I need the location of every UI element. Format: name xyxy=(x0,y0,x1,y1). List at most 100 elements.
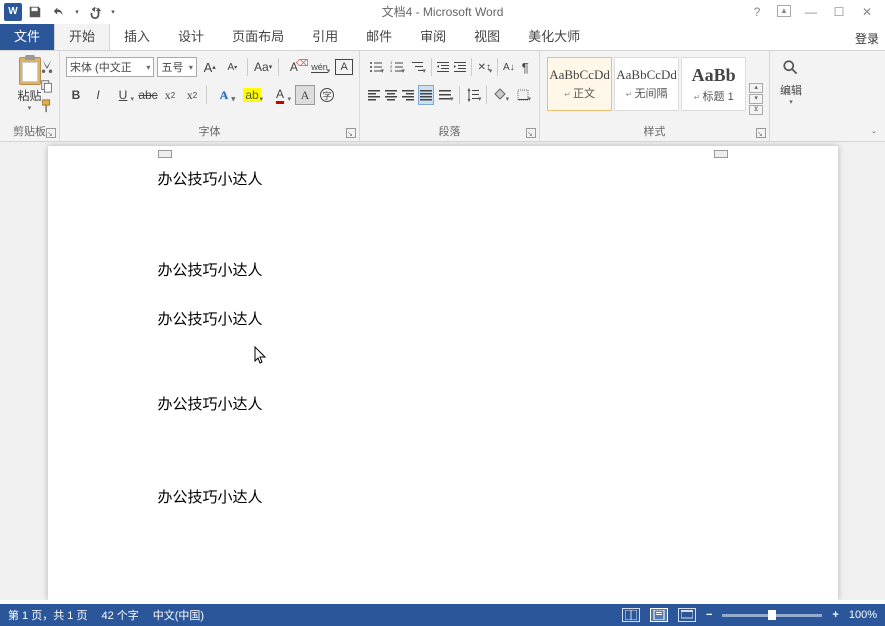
grow-font-button[interactable]: A▴ xyxy=(200,57,220,77)
phonetic-guide-button[interactable]: wén xyxy=(307,57,333,77)
minimize-button[interactable]: — xyxy=(803,5,819,19)
numbering-button[interactable]: 123 xyxy=(387,57,407,77)
tab-review[interactable]: 审阅 xyxy=(406,21,460,50)
styles-scroll-up[interactable]: ▴ xyxy=(749,83,763,93)
align-justify-button[interactable] xyxy=(418,85,434,105)
find-button[interactable] xyxy=(782,59,800,80)
styles-scroll-down[interactable]: ▾ xyxy=(749,94,763,104)
ribbon-display-button[interactable]: ▲ xyxy=(777,5,791,17)
styles-expand[interactable]: ⊻ xyxy=(749,105,763,115)
tab-view[interactable]: 视图 xyxy=(460,21,514,50)
style-normal[interactable]: AaBbCcDd 正文 xyxy=(547,57,612,111)
doc-text-line[interactable]: 办公技巧小达人 xyxy=(158,168,728,189)
clipboard-launcher[interactable] xyxy=(46,128,56,138)
text-effects-button[interactable]: A xyxy=(211,85,237,105)
document-page[interactable]: 办公技巧小达人 办公技巧小达人 办公技巧小达人 办公技巧小达人 办公技巧小达人 … xyxy=(48,146,838,600)
ruler-marker-right[interactable] xyxy=(714,150,728,158)
font-launcher[interactable] xyxy=(346,128,356,138)
zoom-in-button[interactable]: + xyxy=(832,609,838,621)
character-border-button[interactable]: A xyxy=(335,59,353,75)
undo-button[interactable] xyxy=(48,1,70,23)
font-color-button[interactable]: A xyxy=(267,85,293,105)
doc-text-line[interactable]: 办公技巧小达人 xyxy=(158,259,728,280)
tab-beautify[interactable]: 美化大师 xyxy=(514,21,594,50)
login-link[interactable]: 登录 xyxy=(855,30,879,47)
align-distributed-button[interactable] xyxy=(435,85,456,105)
sort-button[interactable]: A↓ xyxy=(501,57,516,77)
close-button[interactable]: ✕ xyxy=(859,5,875,19)
character-shading-button[interactable]: A xyxy=(295,85,315,105)
doc-text-line[interactable]: 办公技巧小达人 xyxy=(158,486,728,507)
tab-home[interactable]: 开始 xyxy=(54,20,110,50)
show-marks-button[interactable]: ¶ xyxy=(518,57,533,77)
change-case-button[interactable]: Aa▾ xyxy=(253,57,273,77)
group-styles: AaBbCcDd 正文 AaBbCcDd 无间隔 AaBb 标题 1 ▴ ▾ ⊻… xyxy=(540,51,770,141)
tab-file[interactable]: 文件 xyxy=(0,21,54,50)
ruler-marker-left[interactable] xyxy=(158,150,172,158)
align-center-button[interactable] xyxy=(383,85,399,105)
borders-button[interactable] xyxy=(512,85,533,105)
copy-button[interactable] xyxy=(38,77,56,95)
doc-text-line[interactable]: 办公技巧小达人 xyxy=(158,393,728,414)
shading-button[interactable] xyxy=(490,85,511,105)
bullets-button[interactable] xyxy=(366,57,386,77)
bold-button[interactable]: B xyxy=(66,85,86,105)
superscript-button[interactable]: x2 xyxy=(182,85,202,105)
word-app-icon[interactable]: W xyxy=(4,3,22,21)
style-no-spacing[interactable]: AaBbCcDd 无间隔 xyxy=(614,57,679,111)
tab-references[interactable]: 引用 xyxy=(298,21,352,50)
save-button[interactable] xyxy=(24,1,46,23)
paragraph-launcher[interactable] xyxy=(526,128,536,138)
window-title: 文档4 - Microsoft Word xyxy=(382,3,504,20)
group-paragraph: 123 ✕↕ A↓ ¶ 段落 xyxy=(360,51,540,141)
asian-layout-button[interactable]: ✕↕ xyxy=(474,57,494,77)
title-bar: W ▾ ▾ 文档4 - Microsoft Word ? ▲ — ☐ ✕ xyxy=(0,0,885,24)
enclose-characters-button[interactable]: 字 xyxy=(317,85,337,105)
tab-mailings[interactable]: 邮件 xyxy=(352,21,406,50)
decrease-indent-button[interactable] xyxy=(435,57,451,77)
editing-label: 编辑 xyxy=(780,82,802,98)
undo-dropdown[interactable]: ▾ xyxy=(72,1,82,23)
strikethrough-button[interactable]: abc xyxy=(138,85,158,105)
doc-text-line[interactable]: 办公技巧小达人 xyxy=(158,308,728,329)
zoom-out-button[interactable]: − xyxy=(706,609,712,621)
multilevel-list-button[interactable] xyxy=(408,57,428,77)
zoom-slider[interactable] xyxy=(722,614,822,617)
view-print-layout-button[interactable] xyxy=(650,608,668,622)
shrink-font-button[interactable]: A▾ xyxy=(222,57,242,77)
styles-launcher[interactable] xyxy=(756,128,766,138)
tab-design[interactable]: 设计 xyxy=(164,21,218,50)
maximize-button[interactable]: ☐ xyxy=(831,5,847,19)
subscript-button[interactable]: x2 xyxy=(160,85,180,105)
page-info[interactable]: 第 1 页，共 1 页 xyxy=(8,607,87,623)
font-name-combo[interactable]: 宋体 (中文正▾ xyxy=(66,57,154,77)
clear-formatting-button[interactable]: A⌫ xyxy=(284,57,304,77)
font-size-combo[interactable]: 五号▾ xyxy=(157,57,196,77)
underline-button[interactable]: U xyxy=(110,85,136,105)
style-heading1[interactable]: AaBb 标题 1 xyxy=(681,57,746,111)
status-bar: 第 1 页，共 1 页 42 个字 中文(中国) − + 100% xyxy=(0,604,885,626)
help-button[interactable]: ? xyxy=(749,5,765,19)
language-status[interactable]: 中文(中国) xyxy=(153,607,204,623)
zoom-level[interactable]: 100% xyxy=(849,609,877,621)
italic-button[interactable]: I xyxy=(88,85,108,105)
line-spacing-button[interactable] xyxy=(462,85,483,105)
format-painter-button[interactable] xyxy=(38,97,56,115)
align-left-button[interactable] xyxy=(366,85,382,105)
view-read-mode-button[interactable] xyxy=(622,608,640,622)
zoom-slider-handle[interactable] xyxy=(768,610,776,620)
qat-customize-dropdown[interactable]: ▾ xyxy=(108,1,118,23)
word-count[interactable]: 42 个字 xyxy=(101,607,138,623)
group-label-styles: 样式 xyxy=(540,123,769,139)
highlight-button[interactable]: ab xyxy=(239,85,265,105)
increase-indent-button[interactable] xyxy=(452,57,468,77)
view-web-layout-button[interactable] xyxy=(678,608,696,622)
align-right-button[interactable] xyxy=(400,85,416,105)
cut-button[interactable] xyxy=(38,57,56,75)
tab-page-layout[interactable]: 页面布局 xyxy=(218,21,298,50)
collapse-ribbon-button[interactable]: ˬ xyxy=(867,123,881,137)
redo-button[interactable] xyxy=(84,1,106,23)
tab-insert[interactable]: 插入 xyxy=(110,21,164,50)
group-editing: 编辑 ▾ xyxy=(770,51,812,141)
document-area[interactable]: 办公技巧小达人 办公技巧小达人 办公技巧小达人 办公技巧小达人 办公技巧小达人 … xyxy=(0,142,885,600)
